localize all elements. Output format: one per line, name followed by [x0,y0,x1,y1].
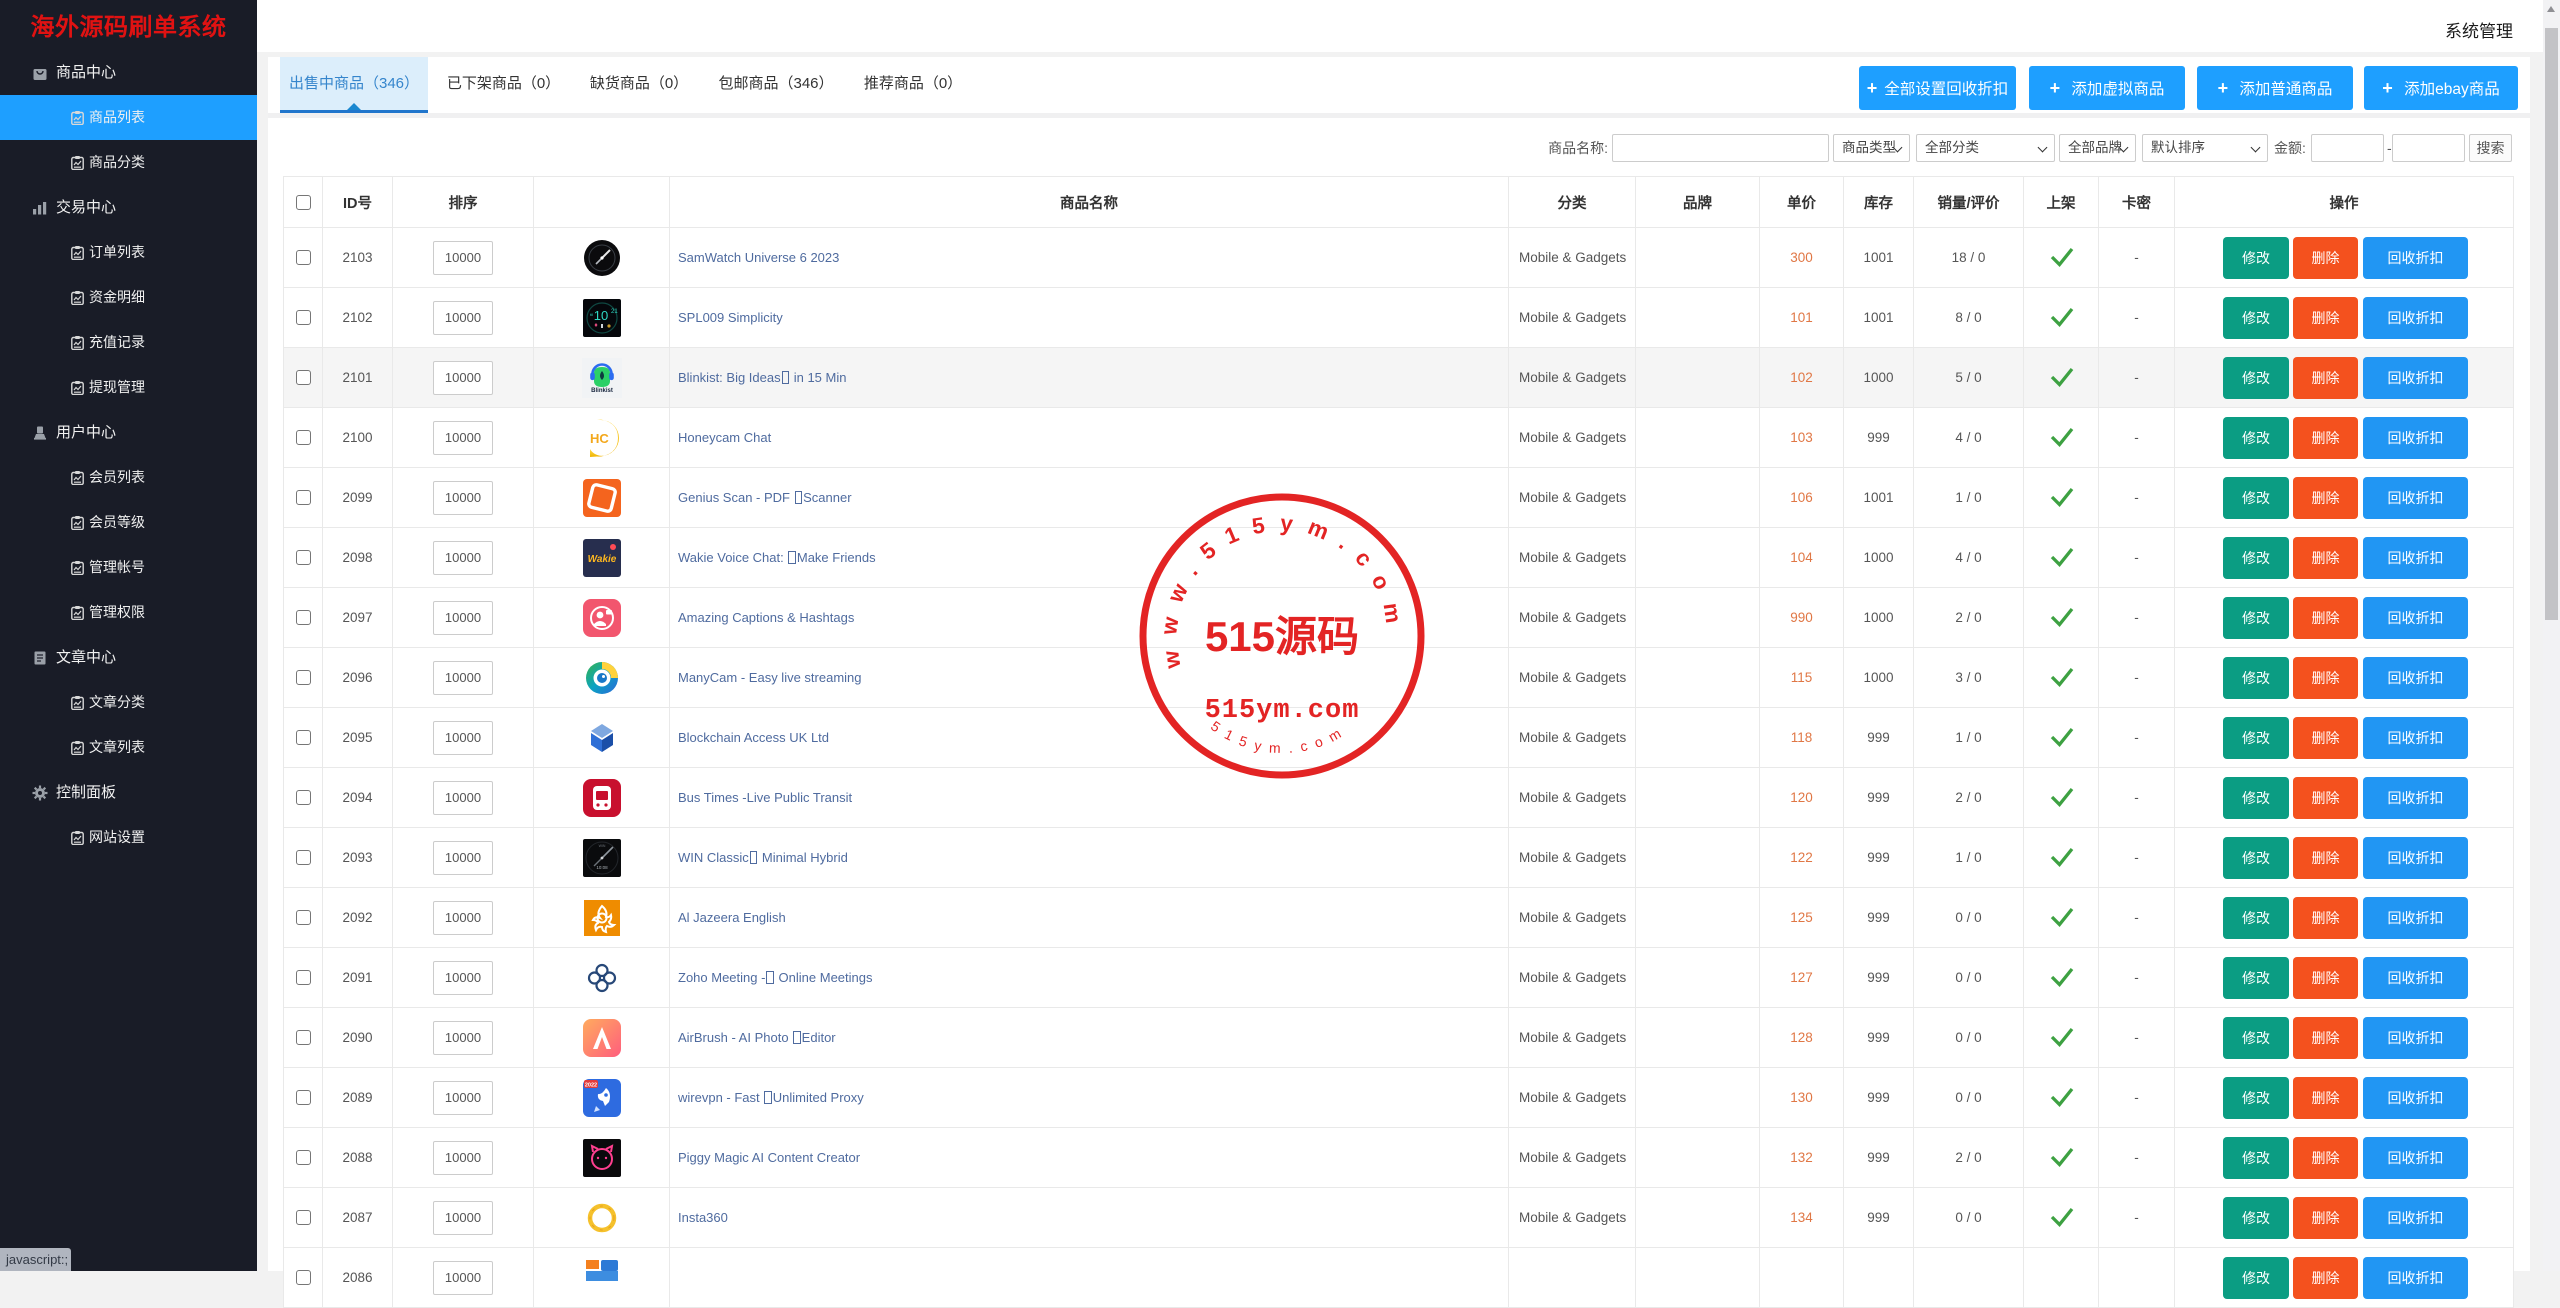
svg-text:10:08: 10:08 [596,865,608,870]
svg-text:Wakie: Wakie [587,554,616,565]
svg-text:Blinkist: Blinkist [591,388,613,394]
svg-text:2022: 2022 [584,1082,596,1088]
svg-text:WIN: WIN [598,844,605,848]
svg-text:til: til [590,312,593,317]
svg-text:10: 10 [593,308,607,323]
svg-text:515源码: 515源码 [1205,613,1359,660]
svg-text:HC: HC [590,431,609,446]
svg-text:21: 21 [611,309,618,315]
svg-text:515ym.com: 515ym.com [1205,696,1360,726]
